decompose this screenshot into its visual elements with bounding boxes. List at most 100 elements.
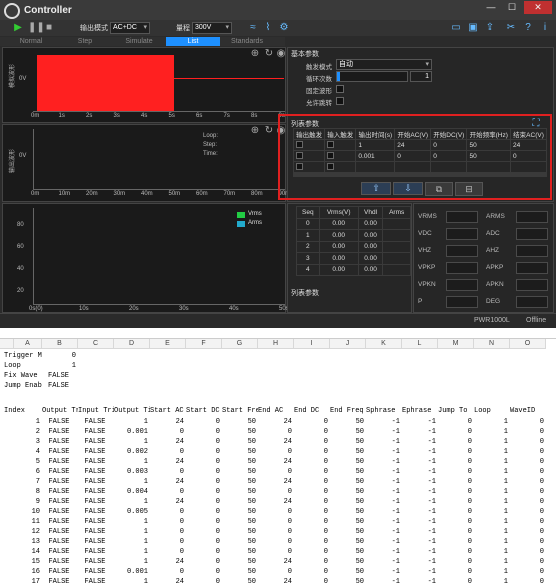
table-cell[interactable]: 1 <box>114 417 148 427</box>
table-cell[interactable]: 0 <box>258 567 292 577</box>
export-icon[interactable]: ⇪ <box>484 22 496 34</box>
table-cell[interactable]: 1 <box>114 547 148 557</box>
table-cell[interactable]: 24 <box>258 437 292 447</box>
table-cell[interactable]: 0 <box>294 487 328 497</box>
table-cell[interactable]: -1 <box>402 487 436 497</box>
table-cell[interactable]: FALSE <box>42 567 76 577</box>
table-cell[interactable]: -1 <box>366 547 400 557</box>
loop-count-slider[interactable] <box>336 71 408 82</box>
table-cell[interactable]: FALSE <box>42 517 76 527</box>
table-cell[interactable]: 50 <box>330 507 364 517</box>
maximize-button[interactable]: ☐ <box>503 1 521 14</box>
table-cell[interactable]: 0 <box>438 537 472 547</box>
column-letter[interactable]: L <box>402 339 438 349</box>
table-cell[interactable]: 14 <box>14 547 40 557</box>
table-cell[interactable]: 1 <box>114 517 148 527</box>
table-cell[interactable]: 0 <box>510 487 544 497</box>
table-cell[interactable]: 1 <box>474 507 508 517</box>
table-cell[interactable]: 1 <box>114 437 148 447</box>
table-cell[interactable]: 50 <box>330 457 364 467</box>
table-cell[interactable]: FALSE <box>78 577 112 583</box>
table-cell[interactable]: 0.003 <box>114 467 148 477</box>
table-cell[interactable]: 0 <box>510 507 544 517</box>
table-cell[interactable]: FALSE <box>78 437 112 447</box>
column-letter[interactable]: C <box>78 339 114 349</box>
column-header[interactable]: Output Tr <box>42 406 78 416</box>
table-cell[interactable]: 0 <box>438 557 472 567</box>
table-cell[interactable]: 0 <box>294 457 328 467</box>
table-cell[interactable]: 50 <box>330 557 364 567</box>
table-cell[interactable]: 0 <box>258 517 292 527</box>
range-select[interactable]: 300V ▾ <box>192 22 232 34</box>
table-cell[interactable]: FALSE <box>78 567 112 577</box>
table-cell[interactable]: 50 <box>330 547 364 557</box>
info-icon[interactable]: i <box>539 22 551 34</box>
table-cell[interactable]: 0 <box>186 507 220 517</box>
table-cell[interactable]: FALSE <box>42 557 76 567</box>
table-cell[interactable]: 24 <box>258 557 292 567</box>
table-cell[interactable]: FALSE <box>42 477 76 487</box>
column-letter[interactable]: M <box>438 339 474 349</box>
column-header[interactable]: Start Fre <box>222 406 258 416</box>
table-cell[interactable]: -1 <box>366 477 400 487</box>
camera-icon[interactable]: ◉ <box>275 48 287 60</box>
table-cell[interactable]: 1 <box>474 447 508 457</box>
table-cell[interactable]: 0 <box>294 447 328 457</box>
table-cell[interactable]: 50 <box>330 527 364 537</box>
table-cell[interactable]: FALSE <box>42 577 76 583</box>
table-cell[interactable]: 50 <box>222 577 256 583</box>
table-cell[interactable]: 0 <box>186 487 220 497</box>
table-cell[interactable]: 1 <box>474 567 508 577</box>
table-cell[interactable]: 0 <box>150 487 184 497</box>
table-cell[interactable]: 3 <box>14 437 40 447</box>
seq-row[interactable]: 4 0.00 0.00 <box>296 263 411 276</box>
table-cell[interactable]: 1 <box>474 527 508 537</box>
column-header[interactable]: Ephrase <box>402 406 438 416</box>
table-cell[interactable]: 0 <box>186 527 220 537</box>
column-letter[interactable]: E <box>150 339 186 349</box>
tab-simulate[interactable]: Simulate <box>112 37 166 46</box>
table-cell[interactable]: FALSE <box>42 467 76 477</box>
table-cell[interactable]: -1 <box>366 447 400 457</box>
table-cell[interactable]: 12 <box>14 527 40 537</box>
table-cell[interactable]: 0 <box>438 427 472 437</box>
table-cell[interactable]: 0 <box>510 577 544 583</box>
table-cell[interactable]: 0 <box>186 557 220 567</box>
table-cell[interactable]: -1 <box>402 427 436 437</box>
table-cell[interactable]: FALSE <box>42 417 76 427</box>
table-cell[interactable]: -1 <box>402 417 436 427</box>
table-cell[interactable]: 16 <box>14 567 40 577</box>
table-cell[interactable]: 0 <box>438 577 472 583</box>
table-cell[interactable]: FALSE <box>78 547 112 557</box>
settings-wave-icon[interactable]: ⚙ <box>278 22 290 34</box>
table-cell[interactable]: 24 <box>150 437 184 447</box>
table-cell[interactable]: FALSE <box>78 497 112 507</box>
table-cell[interactable]: -1 <box>366 557 400 567</box>
table-cell[interactable]: 4 <box>14 447 40 457</box>
trigger-mode-select[interactable]: 自动 ▾ <box>336 59 432 70</box>
table-cell[interactable]: 0 <box>510 497 544 507</box>
table-cell[interactable]: 0 <box>186 567 220 577</box>
table-cell[interactable]: 0 <box>258 537 292 547</box>
help-icon[interactable]: ? <box>522 22 534 34</box>
wave-icon[interactable]: ≈ <box>247 22 259 34</box>
column-letter[interactable]: O <box>510 339 546 349</box>
table-cell[interactable]: 0.001 <box>114 567 148 577</box>
table-cell[interactable]: 0 <box>258 447 292 457</box>
table-cell[interactable]: 0 <box>150 527 184 537</box>
table-cell[interactable]: 1 <box>114 477 148 487</box>
column-letter[interactable]: B <box>42 339 78 349</box>
table-cell[interactable]: -1 <box>402 437 436 447</box>
column-header[interactable]: Output Ti <box>114 406 150 416</box>
table-cell[interactable]: 50 <box>222 527 256 537</box>
table-cell[interactable]: 0 <box>510 557 544 567</box>
table-cell[interactable]: FALSE <box>42 457 76 467</box>
column-header[interactable]: Start AC <box>150 406 186 416</box>
table-cell[interactable]: FALSE <box>78 427 112 437</box>
table-cell[interactable]: -1 <box>402 537 436 547</box>
table-cell[interactable]: 1 <box>474 497 508 507</box>
table-cell[interactable]: FALSE <box>78 417 112 427</box>
table-cell[interactable]: 0 <box>186 497 220 507</box>
table-cell[interactable]: 0 <box>186 467 220 477</box>
seq-row[interactable]: 1 0.00 0.00 <box>296 229 411 242</box>
